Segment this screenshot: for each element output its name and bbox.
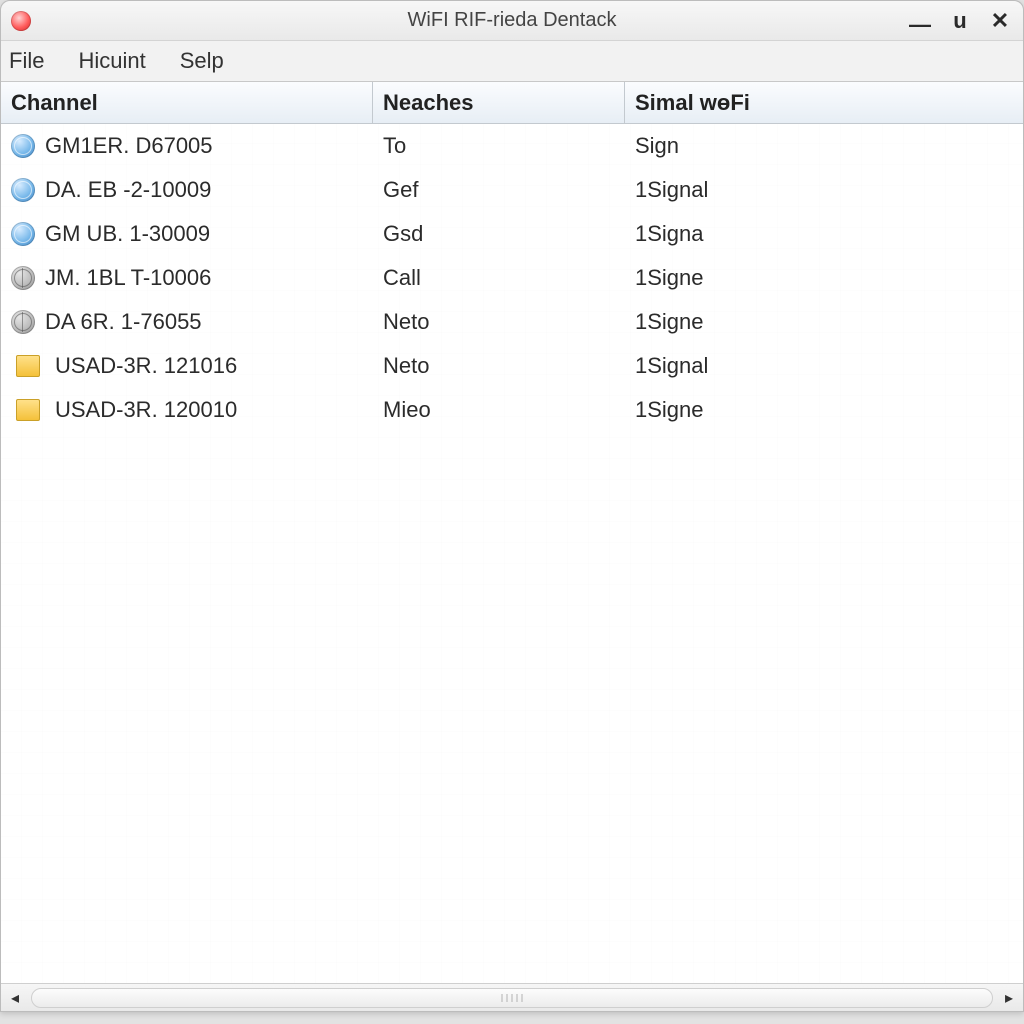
col-header-channel[interactable]: Channel [1,82,373,123]
cell-neaches: Gef [373,177,625,203]
net-icon [11,310,35,334]
app-window: WiFI RIF-rieda Dentack — u ✕ File Hicuin… [0,0,1024,1012]
maximize-button[interactable]: u [949,10,971,32]
menu-selp[interactable]: Selp [180,48,224,74]
cell-neaches: Neto [373,353,625,379]
cell-simal: Sign [625,133,1023,159]
scroll-grip-icon [501,994,523,1002]
window-title: WiFI RIF-rieda Dentack [1,9,1023,32]
minimize-button[interactable]: — [909,14,931,36]
channel-label: DA. EB -2-10009 [45,177,211,203]
scroll-left-button[interactable]: ◂ [1,985,29,1011]
folder-icon [16,355,40,377]
col-header-neaches[interactable]: Neaches [373,82,625,123]
titlebar[interactable]: WiFI RIF-rieda Dentack — u ✕ [1,1,1023,41]
cell-neaches: Mieo [373,397,625,423]
table-row[interactable]: USAD-3R. 120010 Mieo1Signe [1,388,1023,432]
table-header: Channel Neaches Simal wɵFi [1,82,1023,124]
cell-channel: GM1ER. D67005 [1,133,373,159]
channel-label: USAD-3R. 120010 [55,397,237,423]
close-button[interactable]: ✕ [989,10,1011,32]
cell-channel: DA 6R. 1-76055 [1,309,373,335]
table-row[interactable]: USAD-3R. 121016 Neto1Signal [1,344,1023,388]
cell-neaches: Gsd [373,221,625,247]
channel-label: GM UB. 1-30009 [45,221,210,247]
menu-hicuint[interactable]: Hicuint [78,48,145,74]
table-row[interactable]: DA. EB -2-10009 Gef1Signal [1,168,1023,212]
table-row[interactable]: JM. 1BL T-10006 Call1Signe [1,256,1023,300]
globe-icon [11,178,35,202]
cell-simal: 1Signe [625,309,1023,335]
folder-icon [16,399,40,421]
globe-icon [11,222,35,246]
table-row[interactable]: GM1ER. D67005 ToSign [1,124,1023,168]
cell-simal: 1Signal [625,353,1023,379]
cell-channel: USAD-3R. 121016 [1,353,373,379]
cell-neaches: To [373,133,625,159]
network-table: Channel Neaches Simal wɵFi GM1ER. D67005… [1,81,1023,983]
window-controls: — u ✕ [909,10,1023,32]
cell-simal: 1Signe [625,265,1023,291]
globe-icon [11,134,35,158]
col-header-simal[interactable]: Simal wɵFi [625,82,1023,123]
channel-label: USAD-3R. 121016 [55,353,237,379]
cell-channel: JM. 1BL T-10006 [1,265,373,291]
cell-channel: DA. EB -2-10009 [1,177,373,203]
channel-label: GM1ER. D67005 [45,133,213,159]
cell-channel: USAD-3R. 120010 [1,397,373,423]
net-icon [11,266,35,290]
channel-label: DA 6R. 1-76055 [45,309,202,335]
channel-label: JM. 1BL T-10006 [45,265,211,291]
scroll-track[interactable] [31,988,993,1008]
table-row[interactable]: GM UB. 1-30009 Gsd1Signa [1,212,1023,256]
table-row[interactable]: DA 6R. 1-76055 Neto1Signe [1,300,1023,344]
menubar: File Hicuint Selp [1,41,1023,81]
scroll-right-button[interactable]: ▸ [995,985,1023,1011]
cell-neaches: Call [373,265,625,291]
menu-file[interactable]: File [9,48,44,74]
cell-simal: 1Signa [625,221,1023,247]
cell-channel: GM UB. 1-30009 [1,221,373,247]
cell-simal: 1Signe [625,397,1023,423]
cell-neaches: Neto [373,309,625,335]
horizontal-scrollbar[interactable]: ◂ ▸ [1,983,1023,1011]
app-icon [11,11,31,31]
table-body[interactable]: GM1ER. D67005ToSignDA. EB -2-10009Gef1Si… [1,124,1023,983]
cell-simal: 1Signal [625,177,1023,203]
